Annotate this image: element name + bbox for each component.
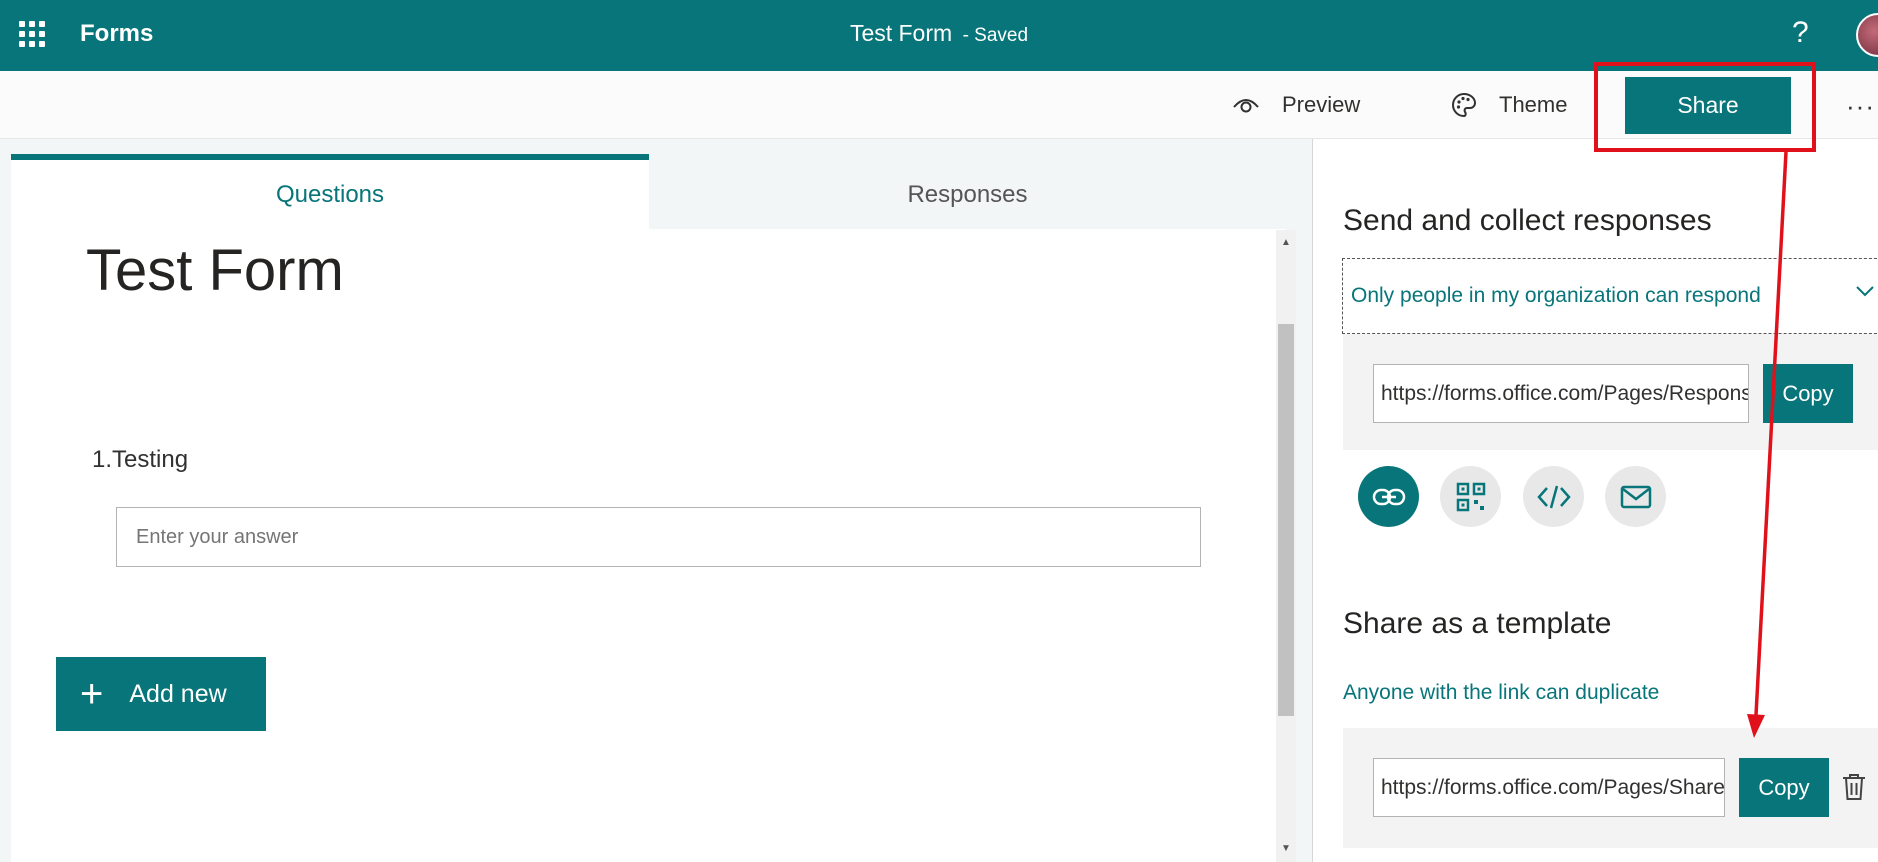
help-icon[interactable]: ? [1792,16,1809,50]
tab-questions[interactable]: Questions [11,154,649,229]
email-mode-button[interactable] [1605,466,1666,527]
embed-code-icon [1536,485,1571,508]
share-template-heading: Share as a template [1343,607,1612,640]
qr-code-icon [1456,482,1485,511]
embed-mode-button[interactable] [1523,466,1584,527]
trash-icon[interactable] [1842,773,1866,801]
send-collect-heading: Send and collect responses [1343,204,1712,237]
more-options-icon[interactable]: ··· [1846,91,1875,122]
link-icon [1372,488,1405,505]
app-bar: Forms Test Form - Saved ? [0,0,1878,71]
chevron-down-icon [1856,286,1874,297]
question-text: Testing [112,446,189,473]
scroll-up-arrow-icon[interactable]: ▲ [1278,236,1294,250]
response-url-field[interactable] [1373,364,1749,423]
scrollbar-thumb[interactable] [1278,324,1294,716]
document-title: Test Form - Saved [0,20,1878,47]
permission-value: Only people in my organization can respo… [1351,284,1761,307]
copy-template-link-button[interactable]: Copy [1739,758,1829,817]
qr-code-mode-button[interactable] [1440,466,1501,527]
copy-link-button[interactable]: Copy [1763,364,1853,423]
eye-icon [1233,99,1259,113]
template-permission-link[interactable]: Anyone with the link can duplicate [1343,681,1659,705]
plus-icon: + [80,672,104,716]
form-title[interactable]: Test Form [86,237,344,304]
template-url-field[interactable] [1373,758,1725,817]
link-mode-button[interactable] [1358,466,1419,527]
tab-responses[interactable]: Responses [649,154,1286,229]
permission-dropdown[interactable]: Only people in my organization can respo… [1342,258,1878,334]
email-icon [1620,485,1651,508]
answer-input[interactable] [116,507,1201,567]
theme-button[interactable]: Theme [1451,71,1567,139]
question-title[interactable]: 1.Testing [92,446,188,474]
palette-icon [1452,92,1477,118]
theme-label: Theme [1499,92,1568,117]
add-new-label: Add new [129,679,227,708]
document-title-text[interactable]: Test Form [850,20,952,46]
add-new-button[interactable]: + Add new [56,657,266,731]
annotation-highlight-box [1594,62,1816,152]
preview-button[interactable]: Preview [1232,71,1360,139]
scroll-down-arrow-icon[interactable]: ▼ [1278,842,1294,856]
save-status: - Saved [962,25,1029,46]
question-number: 1. [92,446,113,473]
preview-label: Preview [1282,92,1361,117]
